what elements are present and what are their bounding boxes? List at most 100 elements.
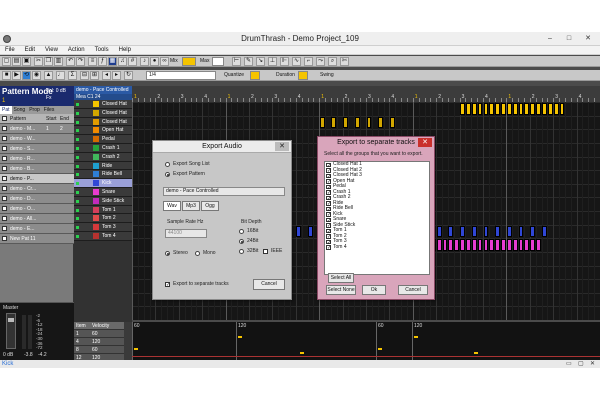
tab-pat[interactable]: Pat	[0, 106, 12, 114]
nudge-icon[interactable]: ⤳	[316, 57, 325, 66]
maximize-button[interactable]: □	[564, 34, 574, 43]
header-checkbox[interactable]	[2, 116, 7, 121]
quant-select[interactable]: 1/4	[146, 71, 216, 80]
pattern-checkbox[interactable]	[2, 126, 7, 131]
note-cell[interactable]	[354, 116, 360, 129]
copy-icon[interactable]: ❐	[44, 57, 53, 66]
note-cell[interactable]	[477, 103, 483, 115]
scissors-icon[interactable]: ✄	[340, 57, 349, 66]
bit-16-radio[interactable]	[239, 229, 244, 234]
track-active-led[interactable]	[76, 146, 79, 150]
track-active-led[interactable]	[76, 129, 79, 133]
pattern-checkbox[interactable]	[2, 166, 7, 171]
note-cell[interactable]	[436, 225, 442, 238]
tempo-icon[interactable]: ♩	[56, 71, 65, 80]
menu-action[interactable]: Action	[63, 46, 90, 55]
menu-help[interactable]: Help	[114, 46, 136, 55]
note-cell[interactable]	[536, 103, 541, 115]
track-row[interactable]: Kick	[74, 179, 132, 188]
note-cell[interactable]	[495, 225, 501, 238]
velocity-row[interactable]: 1 60	[74, 330, 124, 338]
count-icon[interactable]: Σ	[68, 71, 77, 80]
close-window-button[interactable]: ✕	[583, 34, 593, 43]
new-icon[interactable]: ▢	[2, 57, 11, 66]
note-cell[interactable]	[524, 103, 530, 115]
menu-tools[interactable]: Tools	[90, 46, 114, 55]
select-none-button[interactable]: Select None	[326, 285, 356, 295]
note-cell[interactable]	[530, 239, 536, 251]
note-cell[interactable]	[454, 239, 460, 251]
duration-value[interactable]	[298, 71, 308, 80]
note-cell[interactable]	[559, 103, 565, 115]
note-cell[interactable]	[518, 239, 524, 251]
note-cell[interactable]	[471, 103, 477, 115]
note-cell[interactable]	[495, 239, 501, 251]
note-cell[interactable]	[547, 103, 553, 115]
select-all-button[interactable]: Select All	[328, 273, 354, 283]
export-separate-cancel-button[interactable]: Cancel	[398, 285, 428, 295]
track-row[interactable]: Side Stick	[74, 196, 132, 206]
velocity-scrollbar[interactable]	[124, 322, 132, 360]
track-active-led[interactable]	[76, 208, 79, 212]
group-checkbox[interactable]: ✓	[326, 212, 331, 217]
group-checkbox[interactable]: ✓	[326, 228, 331, 234]
pattern-row[interactable]: demo - W...	[0, 134, 74, 144]
group-checkbox[interactable]: ✓	[326, 168, 331, 173]
note-cell[interactable]	[489, 103, 495, 115]
ieee-checkbox[interactable]	[263, 249, 268, 254]
note-cell[interactable]	[465, 239, 471, 251]
menu-view[interactable]: View	[40, 46, 63, 55]
pattern-select[interactable]: demo - Pace Controlled	[163, 187, 285, 196]
tab-wav[interactable]: Wav	[163, 201, 181, 211]
tab-ogg[interactable]: Ogg	[201, 201, 219, 211]
right-icon[interactable]: ▸	[112, 71, 121, 80]
track-active-led[interactable]	[76, 190, 79, 194]
zoom-icon[interactable]: ⌕	[328, 57, 337, 66]
track-active-led[interactable]	[76, 217, 79, 221]
track-row[interactable]: Tom 1	[74, 205, 132, 215]
group-checkbox[interactable]: ✓	[326, 201, 331, 206]
pattern-row[interactable]: demo - B...	[0, 164, 74, 174]
note-cell[interactable]	[530, 103, 536, 115]
velocity-graph[interactable]: 60 120 60 120	[132, 322, 600, 360]
track-row[interactable]: Crash 2	[74, 152, 132, 162]
pattern-checkbox[interactable]	[2, 216, 7, 221]
note-cell[interactable]	[553, 103, 559, 115]
note-cell[interactable]	[460, 103, 465, 115]
pattern-row[interactable]: demo - O...	[0, 204, 74, 214]
note-cell[interactable]	[436, 239, 442, 251]
redo-icon[interactable]: ↷	[76, 57, 85, 66]
note-cell[interactable]	[465, 103, 471, 115]
track-row[interactable]: Closed Hat	[74, 100, 132, 109]
separate-tracks-checkbox[interactable]: ✓	[165, 282, 170, 288]
track-row[interactable]: Pedal	[74, 135, 132, 144]
group-checkbox[interactable]: ✓	[326, 190, 331, 195]
note-cell[interactable]	[343, 116, 348, 129]
pattern-row[interactable]: New Pat 11	[0, 234, 74, 244]
note-cell[interactable]	[460, 239, 465, 251]
export-pattern-radio[interactable]	[165, 172, 170, 177]
note-cell[interactable]	[536, 239, 541, 251]
note-cell[interactable]	[366, 116, 372, 129]
note-cell[interactable]	[518, 103, 524, 115]
group-checkbox[interactable]: ✓	[326, 206, 331, 212]
sample-rate-select[interactable]: 44100	[165, 229, 207, 238]
note-cell[interactable]	[542, 103, 547, 115]
note-cell[interactable]	[378, 116, 384, 129]
note-cell[interactable]	[308, 225, 313, 238]
master-fader[interactable]	[6, 313, 16, 349]
group-checkbox[interactable]: ✓	[326, 179, 331, 184]
velocity-bar[interactable]	[474, 352, 478, 354]
track-active-led[interactable]	[76, 155, 79, 159]
pattern-checkbox[interactable]	[2, 186, 7, 191]
group-checkbox[interactable]: ✓	[326, 239, 331, 245]
max-value[interactable]	[212, 57, 224, 66]
group-checkbox[interactable]: ✓	[326, 234, 331, 239]
pattern-row[interactable]: demo - R...	[0, 154, 74, 164]
track-active-led[interactable]	[76, 173, 79, 177]
track-row[interactable]: Open Hat	[74, 126, 132, 136]
pattern-checkbox[interactable]	[2, 226, 7, 231]
pattern-row[interactable]: demo - Cr...	[0, 184, 74, 194]
tab-mp3[interactable]: Mp3	[182, 201, 200, 211]
metronome-icon[interactable]: ▲	[44, 71, 53, 80]
